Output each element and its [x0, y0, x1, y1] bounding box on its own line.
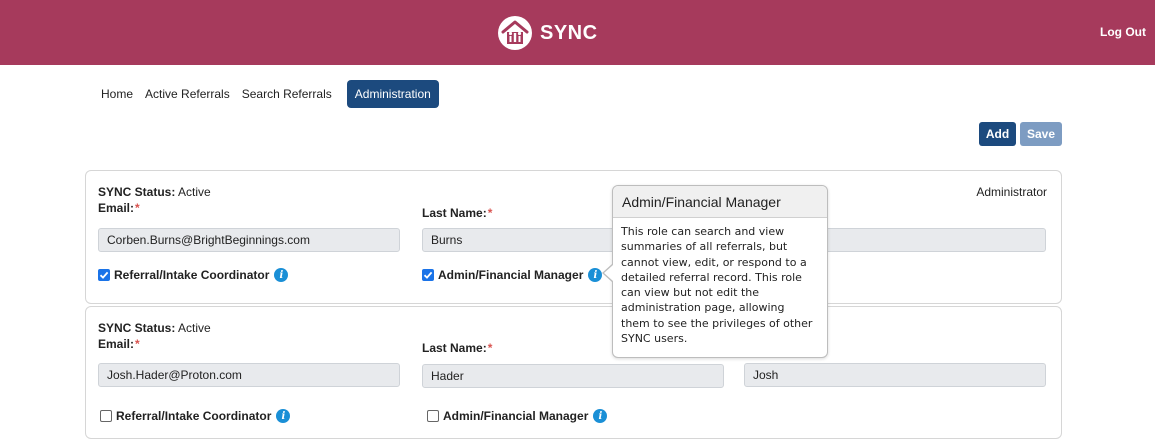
sync-status: SYNC Status: Active — [98, 321, 211, 335]
tooltip-line: This role can search and view — [621, 225, 785, 238]
info-icon[interactable]: i — [593, 409, 608, 423]
email-label: Email:* — [98, 201, 140, 215]
admin-financial-checkbox[interactable] — [422, 269, 434, 281]
tooltip-line: can view but not edit the — [621, 286, 760, 300]
sync-status-label: SYNC Status: — [98, 185, 176, 199]
last-name-field[interactable]: Hader — [422, 364, 724, 388]
role-info-tooltip: Admin/Financial Manager This role can se… — [612, 185, 828, 358]
first-name-field[interactable]: Josh — [744, 363, 1046, 387]
last-name-label: Last Name:* — [422, 341, 492, 355]
email-field[interactable]: Corben.Burns@BrightBeginnings.com — [98, 228, 400, 252]
role-tag: Administrator — [976, 185, 1047, 199]
email-label: Email:* — [98, 337, 140, 351]
required-marker: * — [487, 341, 493, 355]
sync-status-value: Active — [178, 185, 211, 199]
user-card: SYNC Status: Active Administrator Email:… — [85, 170, 1062, 304]
tooltip-body: This role can search and view summaries … — [613, 218, 827, 352]
last-name-label: Last Name:* — [422, 206, 492, 220]
referral-intake-checkbox[interactable] — [98, 269, 110, 281]
tooltip-arrow-fill — [604, 265, 613, 281]
email-label-text: Email: — [98, 337, 135, 351]
required-marker: * — [135, 337, 140, 351]
sync-status-value: Active — [178, 321, 211, 335]
role-label: Admin/Financial Manager — [438, 268, 584, 282]
house-logo-icon — [498, 16, 532, 50]
tooltip-line: cannot view, edit, or respond to a — [621, 255, 807, 269]
brand[interactable]: SYNC — [497, 13, 598, 53]
last-name-label-text: Last Name: — [422, 341, 487, 355]
nav-administration[interactable]: Administration — [346, 80, 439, 108]
brand-name: SYNC — [540, 21, 598, 44]
tooltip-line: summaries of all referrals, but — [621, 240, 788, 254]
tooltip-line: SYNC users. — [621, 332, 688, 346]
logout-link[interactable]: Log Out — [1100, 25, 1146, 39]
tooltip-title: Admin/Financial Manager — [613, 186, 827, 218]
last-name-label-text: Last Name: — [422, 206, 487, 220]
email-field[interactable]: Josh.Hader@Proton.com — [98, 363, 400, 387]
tooltip-line: detailed referral record. This role — [621, 270, 802, 284]
nav-active-referrals[interactable]: Active Referrals — [140, 80, 235, 108]
nav-search-referrals[interactable]: Search Referrals — [237, 80, 337, 108]
tooltip-line: administration page, allowing — [621, 301, 785, 315]
sync-status-label: SYNC Status: — [98, 321, 176, 335]
top-bar: SYNC Log Out — [0, 0, 1155, 65]
add-button[interactable]: Add — [979, 122, 1016, 146]
nav-home[interactable]: Home — [96, 80, 138, 108]
info-icon[interactable]: i — [276, 409, 291, 423]
referral-intake-checkbox[interactable] — [100, 410, 112, 422]
user-card: SYNC Status: Active Email:* Last Name:* … — [85, 306, 1062, 439]
admin-financial-checkbox[interactable] — [427, 410, 439, 422]
check-icon — [99, 271, 109, 279]
role-referral-intake[interactable]: Referral/Intake Coordinator i — [100, 409, 291, 423]
email-label-text: Email: — [98, 201, 135, 215]
role-label: Referral/Intake Coordinator — [114, 268, 270, 282]
blank-area — [1078, 182, 1155, 410]
role-label: Referral/Intake Coordinator — [116, 409, 272, 423]
sync-status: SYNC Status: Active — [98, 185, 211, 199]
role-admin-financial[interactable]: Admin/Financial Manager i — [427, 409, 608, 423]
check-icon — [423, 271, 433, 279]
required-marker: * — [487, 206, 493, 220]
tooltip-line: them to see the privileges of other — [621, 316, 813, 330]
info-icon[interactable]: i — [588, 268, 603, 282]
role-label: Admin/Financial Manager — [443, 409, 589, 423]
main-nav: Home Active Referrals Search Referrals A… — [96, 80, 441, 108]
required-marker: * — [135, 201, 140, 215]
info-icon[interactable]: i — [274, 268, 289, 282]
save-button[interactable]: Save — [1020, 122, 1062, 146]
role-referral-intake[interactable]: Referral/Intake Coordinator i — [98, 268, 289, 282]
role-admin-financial[interactable]: Admin/Financial Manager i — [422, 268, 603, 282]
